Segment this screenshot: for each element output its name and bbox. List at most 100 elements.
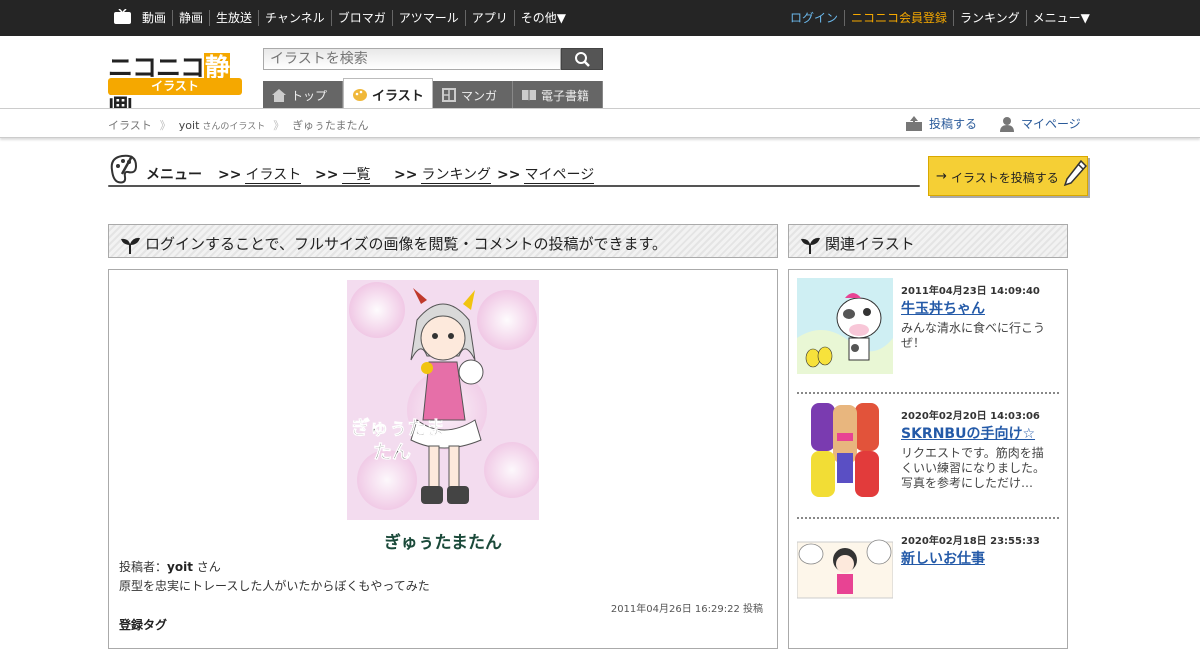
search-button[interactable] (561, 48, 603, 70)
tab-illust[interactable]: イラスト (343, 78, 433, 109)
breadcrumb-separator: 》 (159, 119, 171, 132)
breadcrumb-current: ぎゅぅたまたん (292, 119, 369, 132)
poster-name[interactable]: yoit (167, 560, 193, 574)
related-item[interactable]: 2020年02月20日 14:03:06 SKRNBUの手向け☆ リクエストです… (797, 403, 1059, 519)
login-notice-text: ログインすることで、フルサイズの画像を閲覧・コメントの投稿ができます。 (145, 235, 668, 253)
menu-dropdown[interactable]: メニュー▼ (1025, 10, 1096, 26)
menu-link-prefix: >> (394, 167, 418, 183)
nav-douga[interactable]: 動画 (136, 10, 172, 26)
nav-other-dropdown[interactable]: その他▼ (513, 10, 572, 26)
related-thumbnail[interactable] (797, 403, 893, 499)
nav-live[interactable]: 生放送 (209, 10, 258, 26)
related-title-link[interactable]: SKRNBUの手向け☆ (901, 423, 1035, 443)
new-job-thumbnail (797, 528, 893, 624)
home-icon (272, 89, 286, 102)
logo-subtitle: イラスト (108, 78, 242, 95)
upload-icon (906, 115, 922, 131)
related-divider (797, 517, 1059, 519)
mypage-link[interactable]: マイページ (999, 115, 1081, 132)
menu-link-list[interactable]: >> 一覧 (315, 164, 371, 184)
illust-description: 原型を忠実にトレースした人がいたからぼくもやってみた (119, 579, 430, 593)
nicoseiga-logo[interactable]: ニコニコ静画 イラスト (108, 48, 244, 118)
breadcrumb-illust[interactable]: イラスト (108, 117, 152, 133)
post-illust-button-label: イラストを投稿する (951, 171, 1059, 185)
menu-link-prefix: >> (497, 167, 521, 183)
menu-link-mypage-label: マイページ (524, 167, 595, 184)
breadcrumb: イラスト 》 yoit さんのイラスト 》 ぎゅぅたまたん (108, 117, 369, 133)
related-illust-list: 2011年04月23日 14:09:40 牛玉丼ちゃん みんな清水に食べに行こう… (788, 269, 1068, 649)
pen-icon (1063, 159, 1087, 187)
related-description: リクエストです。筋肉を描くいい練習になりました。写真を参考にしただけ… (901, 446, 1046, 490)
tab-ebook[interactable]: 電子書籍 (513, 81, 603, 109)
tab-illust-label: イラスト (372, 88, 424, 104)
login-link[interactable]: ログイン (784, 10, 844, 26)
site-header: ニコニコ静画 イラスト トップ イラスト (0, 36, 1200, 118)
illust-post-date: 2011年04月26日 16:29:22 投稿 (610, 604, 763, 615)
register-link[interactable]: ニコニコ会員登録 (844, 10, 953, 26)
sprout-icon (801, 237, 820, 254)
illust-detail: ぎゅぅたま たん ぎゅぅたまたん 投稿者：yoit さん 原型を忠実にトレースし… (108, 269, 778, 649)
illust-title: ぎゅぅたまたん (384, 533, 502, 553)
tags-heading: 登録タグ (119, 618, 168, 632)
nav-seiga[interactable]: 静画 (172, 10, 209, 26)
breadcrumb-bar: イラスト 》 yoit さんのイラスト 》 ぎゅぅたまたん 投稿する マイページ (0, 108, 1200, 138)
menu-underline (108, 185, 920, 187)
breadcrumb-separator: 》 (273, 119, 285, 132)
related-title-link[interactable]: 新しいお仕事 (901, 548, 985, 568)
post-link-label: 投稿する (929, 117, 978, 131)
related-item[interactable]: 2020年02月18日 23:55:33 新しいお仕事 (797, 528, 1059, 638)
related-title-link[interactable]: 牛玉丼ちゃん (901, 298, 985, 318)
menu-link-list-label: 一覧 (342, 167, 371, 184)
related-date: 2020年02月20日 14:03:06 (901, 411, 1040, 422)
section-tabs: トップ イラスト マンガ 電子書籍 (263, 78, 603, 109)
related-item[interactable]: 2011年04月23日 14:09:40 牛玉丼ちゃん みんな清水に食べに行こう… (797, 278, 1059, 394)
poster-suffix: さん (196, 560, 221, 574)
svg-text:たん: たん (373, 441, 411, 463)
tab-top-label: トップ (291, 88, 328, 103)
menu-link-mypage[interactable]: >> マイページ (497, 164, 595, 184)
illust-poster: 投稿者：yoit さん (119, 558, 221, 575)
illust-menu: メニュー >> イラスト >> 一覧 >> ランキング >> マイページ (108, 152, 920, 188)
menu-link-prefix: >> (218, 167, 242, 183)
tab-manga-label: マンガ (461, 88, 498, 103)
nav-blomaga[interactable]: ブロマガ (330, 10, 392, 26)
ranking-link[interactable]: ランキング (953, 10, 1026, 26)
login-notice-header: ログインすることで、フルサイズの画像を閲覧・コメントの投稿ができます。 (108, 224, 778, 258)
menu-link-illust[interactable]: >> イラスト (218, 164, 302, 184)
search-icon (575, 52, 590, 67)
illust-artwork: ぎゅぅたま たん (347, 280, 539, 520)
search-input[interactable] (263, 48, 561, 70)
arrow-right-icon: → (936, 169, 947, 184)
related-thumbnail[interactable] (797, 528, 893, 624)
related-illust-title: 関連イラスト (825, 235, 915, 253)
illust-image[interactable]: ぎゅぅたま たん (347, 280, 539, 520)
related-date: 2011年04月23日 14:09:40 (901, 286, 1040, 297)
related-thumbnail[interactable] (797, 278, 893, 374)
menu-link-illust-label: イラスト (245, 167, 302, 184)
menu-link-ranking[interactable]: >> ランキング (394, 164, 492, 184)
tab-manga[interactable]: マンガ (433, 81, 513, 109)
tab-ebook-label: 電子書籍 (541, 88, 590, 103)
global-nav-bar: 動画 静画 生放送 チャンネル ブロマガ アツマール アプリ その他▼ ログイン… (0, 0, 1200, 36)
manga-icon (442, 88, 456, 102)
search-bar (263, 48, 603, 70)
user-icon (1000, 116, 1015, 132)
palette-icon (353, 89, 367, 101)
menu-link-ranking-label: ランキング (421, 167, 492, 184)
post-illust-button[interactable]: → イラストを投稿する (928, 156, 1088, 196)
related-date: 2020年02月18日 23:55:33 (901, 536, 1040, 547)
nav-app[interactable]: アプリ (464, 10, 514, 26)
breadcrumb-user[interactable]: yoit (179, 119, 200, 132)
sprout-icon (121, 237, 140, 254)
nav-channel[interactable]: チャンネル (258, 10, 331, 26)
related-divider (797, 392, 1059, 394)
muscle-girls-thumbnail (797, 403, 893, 499)
book-icon (522, 90, 536, 101)
nav-atsumaru[interactable]: アツマール (391, 10, 465, 26)
menu-link-prefix: >> (315, 167, 339, 183)
post-link[interactable]: 投稿する (905, 115, 977, 132)
tab-top[interactable]: トップ (263, 81, 343, 109)
illust-art-text: ぎゅぅたま (351, 416, 445, 439)
niconico-tv-icon[interactable] (114, 9, 131, 24)
mypage-link-label: マイページ (1021, 117, 1081, 131)
